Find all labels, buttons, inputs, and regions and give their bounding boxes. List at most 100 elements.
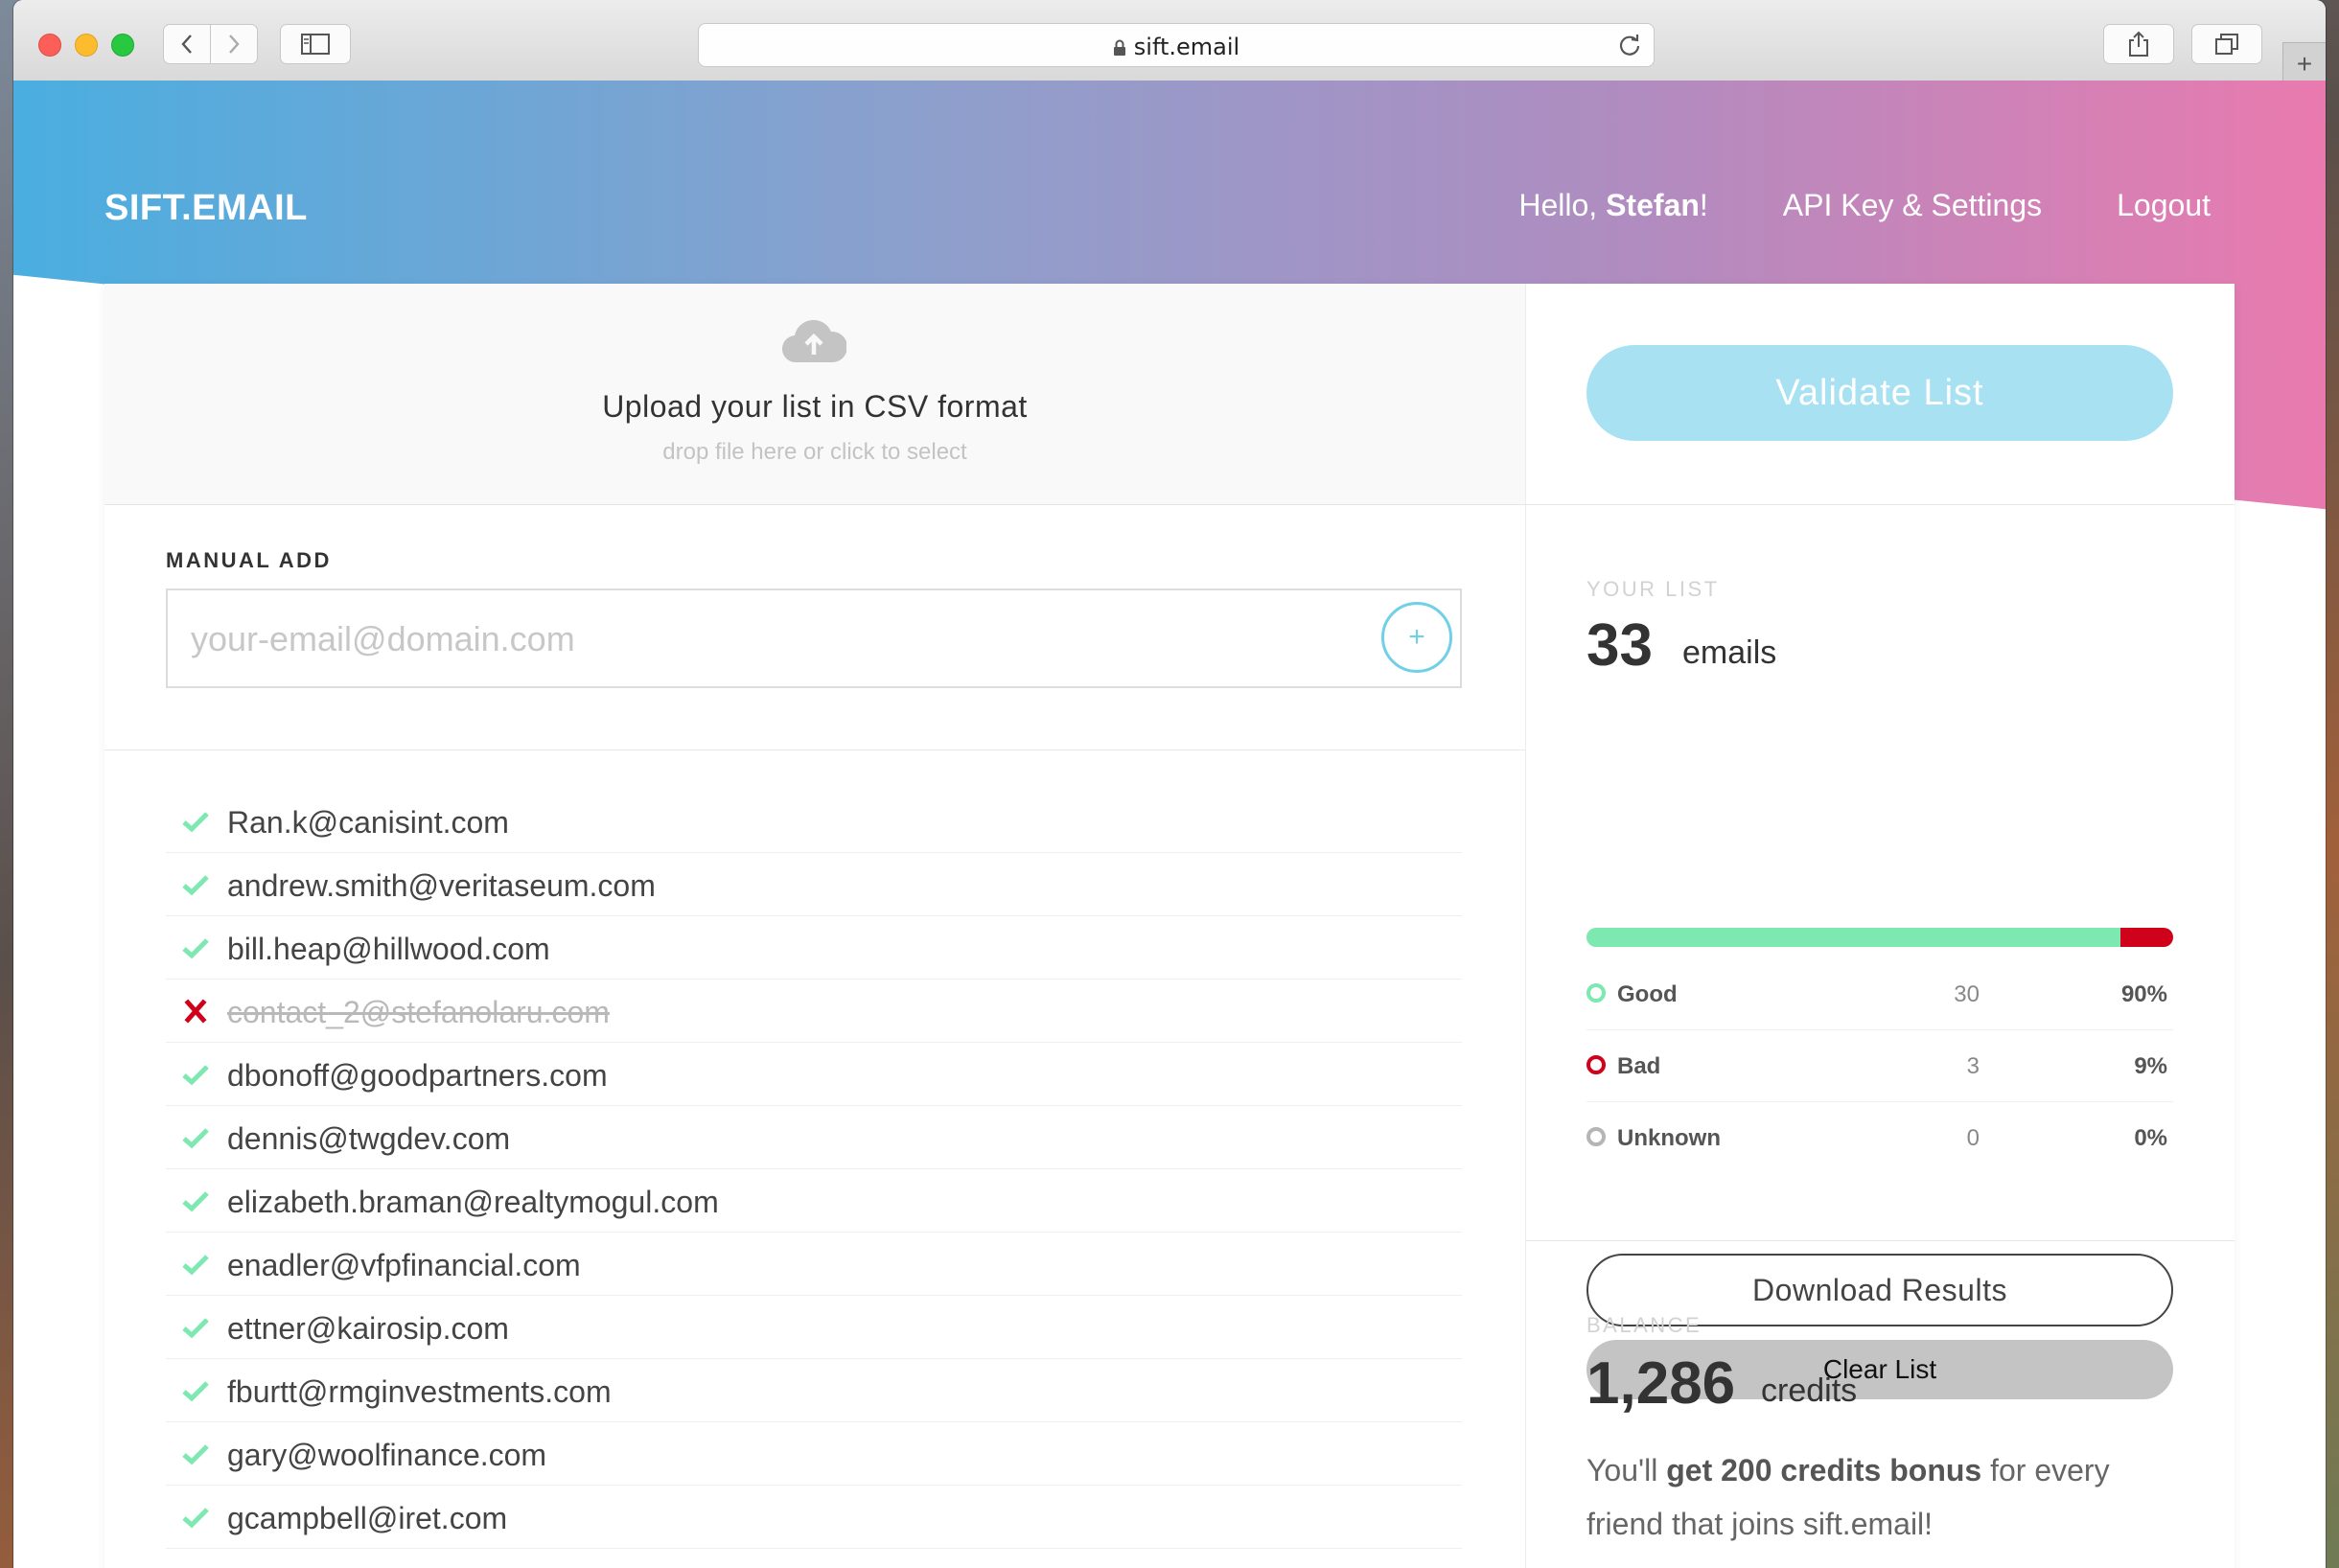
upload-hint: drop file here or click to select: [662, 439, 967, 465]
check-icon: [182, 1191, 209, 1212]
tabs-icon: [2215, 34, 2238, 55]
maximize-window-button[interactable]: [111, 34, 134, 57]
email-address: elizabeth.braman@realtymogul.com: [227, 1185, 719, 1219]
greeting-suffix: !: [1699, 188, 1708, 222]
check-icon: [182, 1128, 209, 1149]
nav-logout-link[interactable]: Logout: [2117, 188, 2211, 223]
browser-toolbar: sift.email: [13, 0, 2326, 81]
new-tab-button[interactable]: +: [2282, 42, 2326, 85]
validate-list-button[interactable]: Validate List: [1586, 345, 2173, 441]
minimize-window-button[interactable]: [75, 34, 98, 57]
stat-count: 3: [1966, 1053, 1980, 1079]
email-list-item: dennis@twgdev.com: [166, 1106, 1462, 1169]
csv-upload-dropzone[interactable]: Upload your list in CSV format drop file…: [104, 284, 1525, 505]
tab-overview-button[interactable]: [2191, 24, 2262, 64]
email-list-item: bill.heap@hillwood.com: [166, 916, 1462, 980]
email-list-item: gcampbell@iret.com: [166, 1486, 1462, 1549]
upload-title: Upload your list in CSV format: [602, 389, 1028, 424]
main-card: Upload your list in CSV format drop file…: [104, 284, 2235, 1568]
greeting-prefix: Hello,: [1518, 188, 1607, 222]
chevron-left-icon: [181, 35, 192, 54]
top-nav: Hello, Stefan! API Key & Settings Logout: [1518, 188, 2211, 223]
email-list-item: elizabeth.braman@realtymogul.com: [166, 1169, 1462, 1233]
email-list: Ran.k@canisint.com andrew.smith@veritaseu…: [166, 790, 1462, 1549]
email-address: contact_2@stefanolaru.com: [227, 995, 610, 1029]
email-address: dbonoff@goodpartners.com: [227, 1058, 608, 1093]
validate-section: Validate List: [1525, 284, 2235, 505]
stat-name: Bad: [1617, 1053, 1661, 1079]
status-dot-icon: [1586, 1127, 1606, 1146]
email-count-unit: emails: [1682, 634, 1777, 671]
progress-bad-segment: [2119, 928, 2173, 947]
check-icon: [182, 1065, 209, 1086]
email-list-item: contact_2@stefanolaru.com: [166, 980, 1462, 1043]
email-address: ettner@kairosip.com: [227, 1311, 509, 1346]
share-button[interactable]: [2103, 24, 2174, 64]
check-icon: [182, 875, 209, 896]
email-list-item: Ran.k@canisint.com: [166, 790, 1462, 853]
balance-amount: 1,286: [1586, 1350, 1736, 1417]
back-button[interactable]: [163, 24, 211, 64]
referral-bonus-text: You'll get 200 credits bonus for every f…: [1586, 1443, 2181, 1551]
stat-percent: 90%: [2120, 981, 2167, 1007]
left-column: Upload your list in CSV format drop file…: [104, 284, 1526, 1568]
email-list-item: ettner@kairosip.com: [166, 1296, 1462, 1359]
browser-window: sift.email + SIFT.EMAIL Hello, Stefan! A…: [13, 0, 2326, 1568]
page: SIFT.EMAIL Hello, Stefan! API Key & Sett…: [13, 81, 2326, 1568]
check-icon: [182, 1255, 209, 1276]
stat-row-bad: Bad 3 9%: [1586, 1030, 2173, 1102]
email-count: 33: [1586, 612, 1653, 679]
email-input[interactable]: [189, 590, 1343, 688]
stats-table: Good 30 90% Bad 3 9% Unknown 0 0%: [1586, 958, 2173, 1173]
check-icon: [182, 812, 209, 833]
email-address: enadler@vfpfinancial.com: [227, 1248, 581, 1282]
stat-count: 0: [1966, 1125, 1980, 1151]
forward-button[interactable]: [210, 24, 258, 64]
email-address: gary@woolfinance.com: [227, 1438, 547, 1472]
plus-icon: +: [1408, 621, 1425, 653]
share-icon: [2129, 31, 2148, 57]
email-address: gcampbell@iret.com: [227, 1501, 508, 1535]
add-email-button[interactable]: +: [1381, 602, 1452, 673]
sidebar-icon: [301, 34, 330, 55]
balance-unit: credits: [1761, 1372, 1858, 1409]
email-address: andrew.smith@veritaseum.com: [227, 868, 656, 903]
progress-good-segment: [1586, 928, 2120, 947]
close-window-button[interactable]: [38, 34, 61, 57]
status-dot-icon: [1586, 1055, 1606, 1074]
nav-api-settings-link[interactable]: API Key & Settings: [1783, 188, 2042, 223]
stat-row-good: Good 30 90%: [1586, 958, 2173, 1030]
status-dot-icon: [1586, 983, 1606, 1003]
logo[interactable]: SIFT.EMAIL: [104, 188, 308, 229]
email-address: bill.heap@hillwood.com: [227, 932, 550, 966]
bonus-text-bold: get 200 credits bonus: [1666, 1453, 1982, 1487]
email-list-item: dbonoff@goodpartners.com: [166, 1043, 1462, 1106]
manual-add-field: +: [166, 588, 1462, 688]
email-list-item: andrew.smith@veritaseum.com: [166, 853, 1462, 916]
address-text: sift.email: [699, 34, 1654, 60]
validation-progress-bar: [1586, 928, 2173, 947]
reload-icon[interactable]: [1617, 33, 1642, 58]
check-icon: [182, 1318, 209, 1339]
stat-name: Good: [1617, 981, 1678, 1007]
sidebar-toggle-button[interactable]: [280, 24, 351, 64]
check-icon: [182, 938, 209, 959]
stat-row-unknown: Unknown 0 0%: [1586, 1102, 2173, 1173]
stat-percent: 9%: [2134, 1053, 2167, 1079]
email-list-item: fburtt@rmginvestments.com: [166, 1359, 1462, 1422]
check-icon: [182, 1444, 209, 1465]
right-column: Validate List YOUR LIST 33 emails Good 30…: [1525, 284, 2235, 1568]
manual-add-section: MANUAL ADD +: [104, 504, 1525, 750]
your-list-label: YOUR LIST: [1586, 577, 1720, 601]
check-icon: [182, 1381, 209, 1402]
lock-icon: [1113, 39, 1125, 56]
user-name: Stefan: [1606, 188, 1700, 222]
greeting: Hello, Stefan!: [1518, 188, 1707, 223]
stat-percent: 0%: [2134, 1125, 2167, 1151]
cross-icon: [184, 999, 207, 1024]
stat-count: 30: [1954, 981, 1980, 1007]
bonus-text-prefix: You'll: [1586, 1453, 1667, 1487]
address-bar[interactable]: sift.email: [698, 23, 1655, 67]
email-list-item: enadler@vfpfinancial.com: [166, 1233, 1462, 1296]
chevron-right-icon: [229, 35, 240, 54]
